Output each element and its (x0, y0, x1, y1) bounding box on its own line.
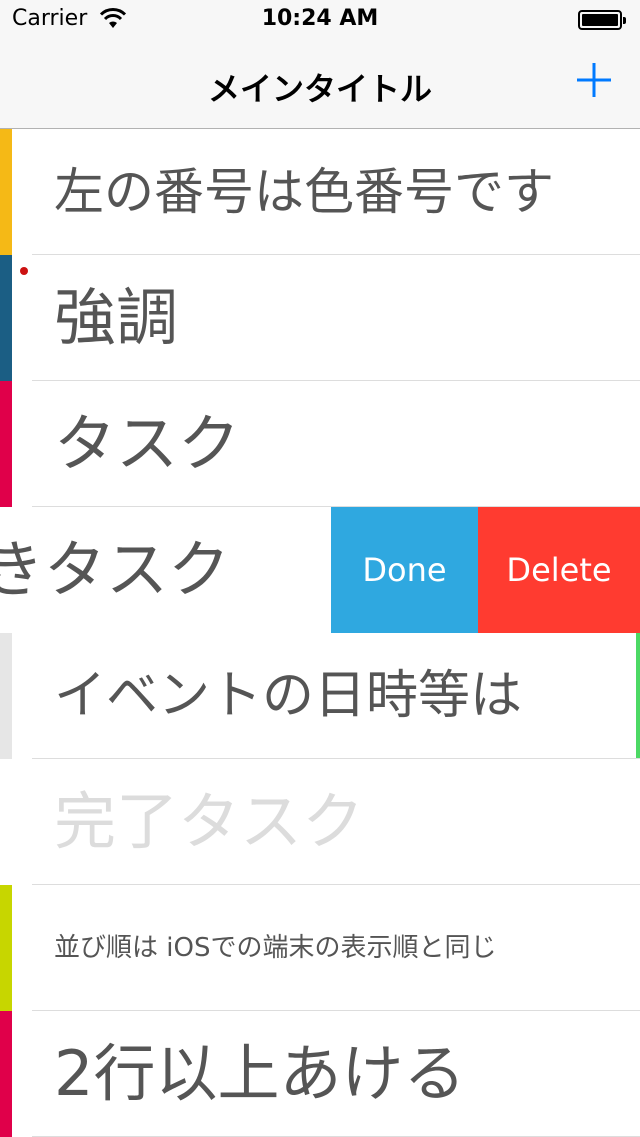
task-label-completed: 完了タスク (54, 785, 365, 858)
done-button[interactable]: Done (331, 507, 478, 633)
task-label: 強調 (54, 281, 179, 354)
task-label: きタスク (0, 533, 231, 606)
task-label: 2行以上あける (54, 1037, 466, 1110)
list-item[interactable]: イベントの日時等は (0, 633, 640, 759)
task-label: 並び順は iOSでの端末の表示順と同じ (54, 933, 497, 963)
nav-bar: メインタイトル (0, 40, 640, 129)
plus-icon[interactable] (574, 60, 614, 100)
clock: 10:24 AM (261, 6, 379, 31)
page-title: メインタイトル (207, 70, 432, 108)
list-item-swiped[interactable]: きタスク Done Delete (0, 507, 640, 633)
event-indicator (636, 633, 640, 759)
list-item[interactable]: 強調 (0, 255, 640, 381)
list-item[interactable]: 並び順は iOSでの端末の表示順と同じ (0, 885, 640, 1011)
unread-dot (20, 267, 28, 275)
task-label: 左の番号は色番号です (54, 163, 554, 221)
battery-icon (578, 10, 626, 30)
delete-button[interactable]: Delete (478, 507, 640, 633)
color-marker (0, 129, 12, 255)
swipe-actions: Done Delete (331, 507, 640, 633)
list-item[interactable]: 完了タスク (0, 759, 640, 885)
list-item[interactable]: タスク (0, 381, 640, 507)
color-marker (0, 255, 12, 381)
status-bar: Carrier 10:24 AM (0, 0, 640, 40)
color-marker (0, 885, 12, 1011)
color-marker (0, 759, 12, 885)
task-label: タスク (54, 407, 241, 480)
list-item[interactable]: 左の番号は色番号です (0, 129, 640, 255)
list-item[interactable]: 2行以上あける (0, 1011, 640, 1137)
color-marker (0, 1011, 12, 1137)
color-marker (0, 633, 12, 759)
task-label: イベントの日時等は (54, 666, 523, 726)
color-marker (0, 381, 12, 507)
